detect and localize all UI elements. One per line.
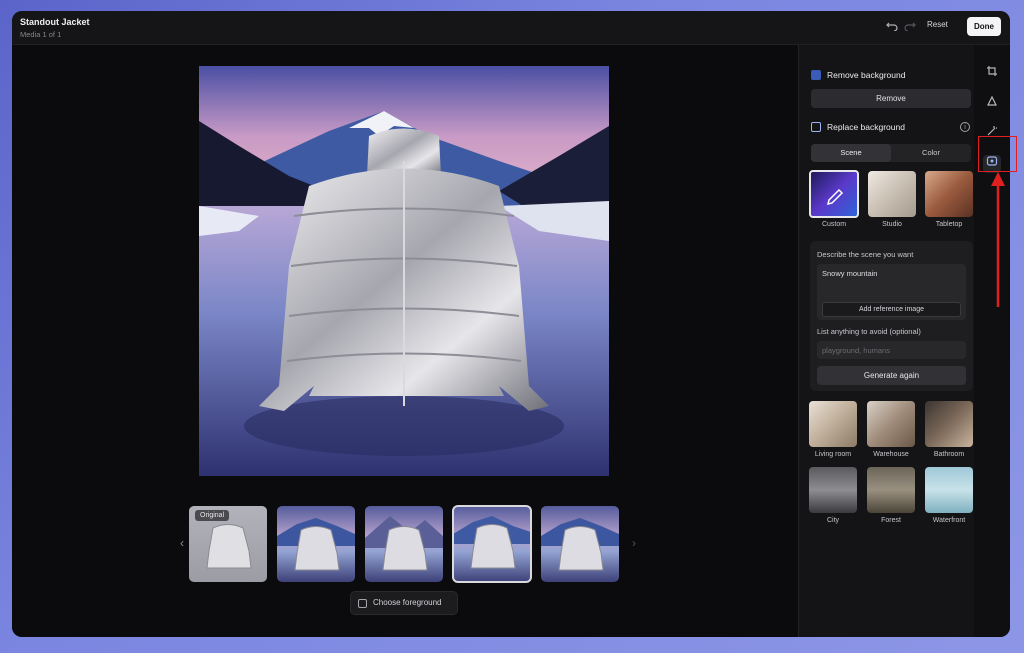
scene-label-bathroom: Bathroom [933, 451, 965, 458]
choose-foreground-button[interactable]: Choose foreground [350, 591, 458, 615]
scene-label-waterfront: Waterfront [932, 517, 966, 524]
main-preview-image [199, 66, 609, 476]
scene-prompt-box: Describe the scene you want Snowy mounta… [810, 241, 973, 391]
remove-background-title: Remove background [827, 70, 906, 80]
thumbnail-variation[interactable] [541, 506, 619, 582]
crop-icon[interactable] [983, 65, 1001, 83]
info-icon[interactable]: i [960, 122, 970, 132]
scene-card-bathroom[interactable] [925, 401, 973, 447]
scene-label-custom: Custom [821, 221, 847, 228]
redo-icon[interactable] [902, 19, 918, 35]
thumbs-next-icon[interactable]: › [632, 536, 636, 550]
add-reference-image-button[interactable]: Add reference image [822, 302, 961, 317]
scene-label-warehouse: Warehouse [873, 451, 909, 458]
generate-again-button[interactable]: Generate again [817, 366, 966, 385]
adjust-icon[interactable] [983, 95, 1001, 113]
media-count: Media 1 of 1 [20, 30, 62, 39]
tab-color[interactable]: Color [891, 144, 971, 162]
editor-window: Standout Jacket Media 1 of 1 Reset Done [12, 11, 1010, 637]
choose-foreground-label: Choose foreground [373, 598, 442, 607]
scene-label-tabletop: Tabletop [935, 221, 963, 228]
remove-background-icon [811, 70, 821, 80]
scene-description-value: Snowy mountain [822, 269, 878, 278]
remove-button[interactable]: Remove [811, 89, 971, 108]
scene-card-living-room[interactable] [809, 401, 857, 447]
avoid-input[interactable]: playground, humans [817, 341, 966, 359]
thumbs-prev-icon[interactable]: ‹ [180, 536, 184, 550]
scene-label-forest: Forest [881, 517, 901, 524]
annotation-highlight-box [978, 136, 1017, 172]
tool-rail [974, 45, 1010, 637]
scene-card-warehouse[interactable] [867, 401, 915, 447]
scene-label-city: City [826, 517, 840, 524]
describe-scene-label: Describe the scene you want [817, 250, 914, 259]
scene-label-studio: Studio [882, 221, 902, 228]
thumbnail-label: Original [195, 510, 230, 521]
reset-button[interactable]: Reset [927, 20, 948, 29]
scene-card-city[interactable] [809, 467, 857, 513]
undo-icon[interactable] [884, 19, 900, 35]
scene-card-custom[interactable] [809, 170, 859, 218]
thumbnail-variation[interactable] [277, 506, 355, 582]
thumbnail-variation[interactable] [365, 506, 443, 582]
media-title: Standout Jacket [20, 17, 90, 27]
scene-color-toggle: Scene Color [811, 144, 971, 162]
tab-scene[interactable]: Scene [811, 144, 891, 162]
thumbnail-original[interactable]: Original [189, 506, 267, 582]
replace-background-title: Replace background [827, 122, 905, 132]
foreground-icon [358, 599, 367, 608]
annotation-arrow-icon [990, 172, 1006, 317]
top-bar: Standout Jacket Media 1 of 1 Reset Done [12, 11, 1010, 45]
scene-card-waterfront[interactable] [925, 467, 973, 513]
avoid-label: List anything to avoid (optional) [817, 327, 921, 336]
scene-card-tabletop[interactable] [925, 171, 973, 217]
thumbnail-variation-selected[interactable] [452, 505, 532, 583]
replace-background-icon [811, 122, 821, 132]
scene-card-studio[interactable] [868, 171, 916, 217]
done-button[interactable]: Done [967, 17, 1001, 36]
properties-panel: Remove background Remove Replace backgro… [798, 45, 974, 637]
canvas-area: ‹ Original › Choose foreground [12, 45, 798, 637]
scene-label-living-room: Living room [814, 451, 852, 458]
avoid-placeholder: playground, humans [822, 346, 890, 355]
scene-card-forest[interactable] [867, 467, 915, 513]
